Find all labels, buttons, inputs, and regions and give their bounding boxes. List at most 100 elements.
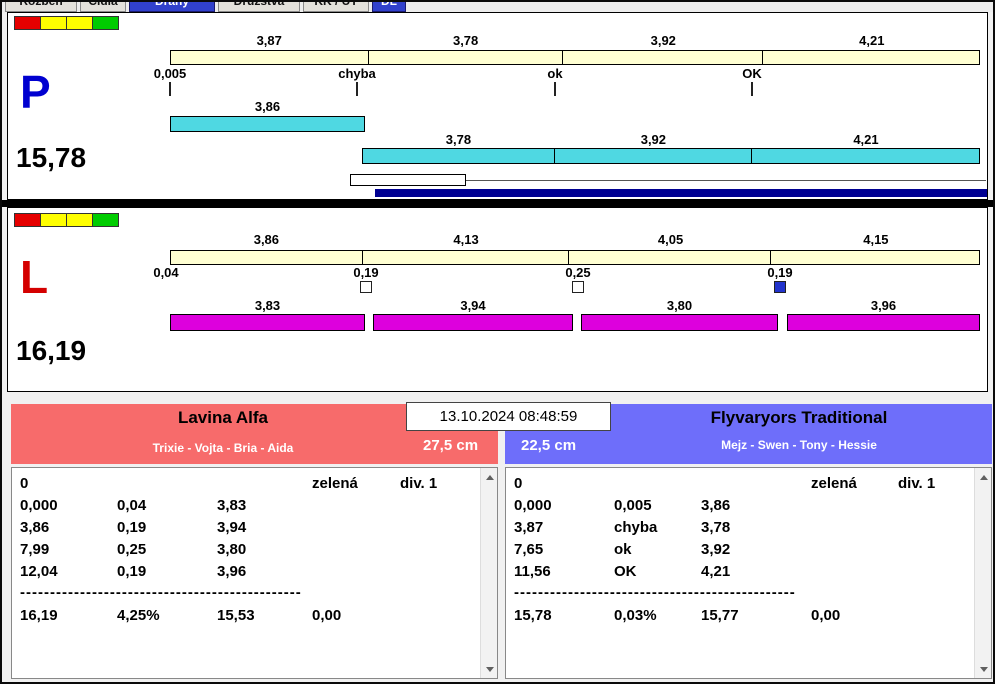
table-cell (117, 473, 217, 495)
table-row: 7,99 0,25 3,80 (20, 539, 478, 561)
table-separator: ----------------------------------------… (20, 584, 302, 601)
table-cell: 0,04 (117, 497, 147, 514)
tab-dl[interactable]: DL (372, 2, 406, 12)
tab-kk-ut[interactable]: KK / ÚT (303, 2, 369, 12)
results-section: Lavina Alfa Trixie - Vojta - Bria - Aida… (11, 402, 992, 679)
table-cell: 3,87 (514, 519, 544, 536)
lane-letter-l: L (20, 251, 49, 303)
table-row: 7,65 ok 3,92 (514, 539, 972, 561)
track-line (466, 180, 986, 181)
table-cell: 0,25 (117, 541, 147, 558)
start-light-red (14, 16, 41, 30)
table-cell: 3,92 (701, 541, 731, 558)
table-row: 12,04 0,19 3,96 (20, 561, 478, 583)
table-cell (898, 495, 972, 517)
table-row: 11,56 OK 4,21 (514, 561, 972, 583)
split-segment (555, 149, 752, 163)
split-label: 3,87 (256, 33, 282, 48)
table-cell: 0,005 (614, 497, 652, 514)
table-row: 3,86 0,19 3,94 (20, 517, 478, 539)
table-total-row: 15,78 0,03% 15,77 0,00 (514, 605, 972, 627)
dog-time-label: 3,94 (460, 298, 486, 313)
split-segment (363, 149, 556, 163)
table-cell: 11,56 (514, 563, 551, 580)
change-flag-white (572, 281, 584, 293)
split-label: 3,78 (445, 132, 472, 147)
split-label: 4,13 (453, 232, 479, 247)
tab-cidla[interactable]: Čidla (80, 2, 126, 12)
table-cell (701, 473, 811, 495)
tab-drahy[interactable]: Dráhy (129, 2, 215, 12)
reference-split-labels: 3,86 4,13 4,05 4,15 (170, 232, 980, 247)
run-split-bar (362, 148, 980, 164)
table-row: 0 zelená div. 1 (514, 473, 972, 495)
vertical-scrollbar[interactable] (974, 468, 991, 678)
table-cell: 15,77 (701, 607, 739, 624)
split-label: 4,15 (863, 232, 889, 247)
start-light-red (14, 213, 41, 227)
start-lights (14, 213, 119, 227)
table-cell (898, 517, 972, 539)
split-segment (171, 251, 364, 264)
lane-letter-p: P (20, 66, 51, 118)
table-cell: 0,19 (117, 519, 147, 536)
split-segment (369, 51, 563, 64)
tab-druzstva[interactable]: Družstva (218, 2, 300, 12)
table-cell: 12,04 (20, 563, 58, 580)
split-label: 4,21 (859, 33, 885, 48)
tab-label: Čidla (88, 2, 117, 8)
tick-mark (554, 82, 556, 96)
table-cell: 0,03% (614, 607, 657, 624)
start-light-yellow2 (66, 213, 93, 227)
tab-label: Dráhy (155, 2, 189, 8)
table-row: 0 zelená div. 1 (20, 473, 478, 495)
team-members: Mejz - Swen - Tony - Hessie (721, 438, 877, 452)
lane-panel-p: 3,87 3,78 3,92 4,21 0,005 chyba ok OK P … (7, 12, 988, 200)
table-cell (811, 561, 898, 583)
change-flag-white (360, 281, 372, 293)
dog-time-bar (373, 314, 573, 331)
team-name: Flyvaryors Traditional (710, 408, 888, 427)
table-cell: 0,000 (20, 497, 58, 514)
table-cell: 4,25% (117, 607, 160, 624)
change-time-label: OK (742, 66, 762, 81)
table-cell (312, 539, 400, 561)
table-cell: 3,94 (217, 519, 247, 536)
scroll-up-icon (979, 474, 988, 480)
scroll-down-icon (485, 666, 494, 672)
split-label: 4,05 (657, 232, 684, 247)
tab-rozbeh[interactable]: Rozběh (5, 2, 77, 12)
dog-time-bar (170, 116, 365, 132)
split-label: 3,92 (640, 132, 667, 147)
scroll-down-button[interactable] (976, 661, 991, 677)
table-cell: 0,00 (811, 607, 841, 624)
split-segment (771, 251, 979, 264)
table-cell: 3,96 (217, 563, 247, 580)
scroll-up-button[interactable] (976, 469, 991, 485)
table-cell (898, 605, 972, 627)
table-cell (400, 561, 478, 583)
table-cell (400, 605, 478, 627)
table-cell: 0,19 (117, 563, 147, 580)
tab-label: Rozběh (19, 2, 62, 8)
result-panel-left: 0 zelená div. 1 0,000 0,04 3,83 3,86 0,1… (11, 467, 498, 679)
table-cell: div. 1 (898, 475, 936, 492)
table-cell: 3,86 (20, 519, 50, 536)
tab-label: Družstva (234, 2, 285, 8)
split-label: 3,86 (253, 232, 280, 247)
split-segment (363, 251, 570, 264)
table-cell (898, 539, 972, 561)
scroll-down-button[interactable] (482, 661, 497, 677)
split-label: 4,21 (853, 132, 879, 147)
progress-bar (375, 189, 987, 197)
vertical-scrollbar[interactable] (480, 468, 497, 678)
scroll-up-button[interactable] (482, 469, 497, 485)
split-segment (752, 149, 979, 163)
dog-time-bar (170, 314, 365, 331)
split-segment (763, 51, 979, 64)
lane-divider (2, 200, 993, 207)
start-light-yellow1 (40, 16, 67, 30)
table-row: 3,87 chyba 3,78 (514, 517, 972, 539)
jump-height: 27,5 cm (423, 437, 479, 454)
change-time-label: 0,04 (153, 265, 179, 280)
